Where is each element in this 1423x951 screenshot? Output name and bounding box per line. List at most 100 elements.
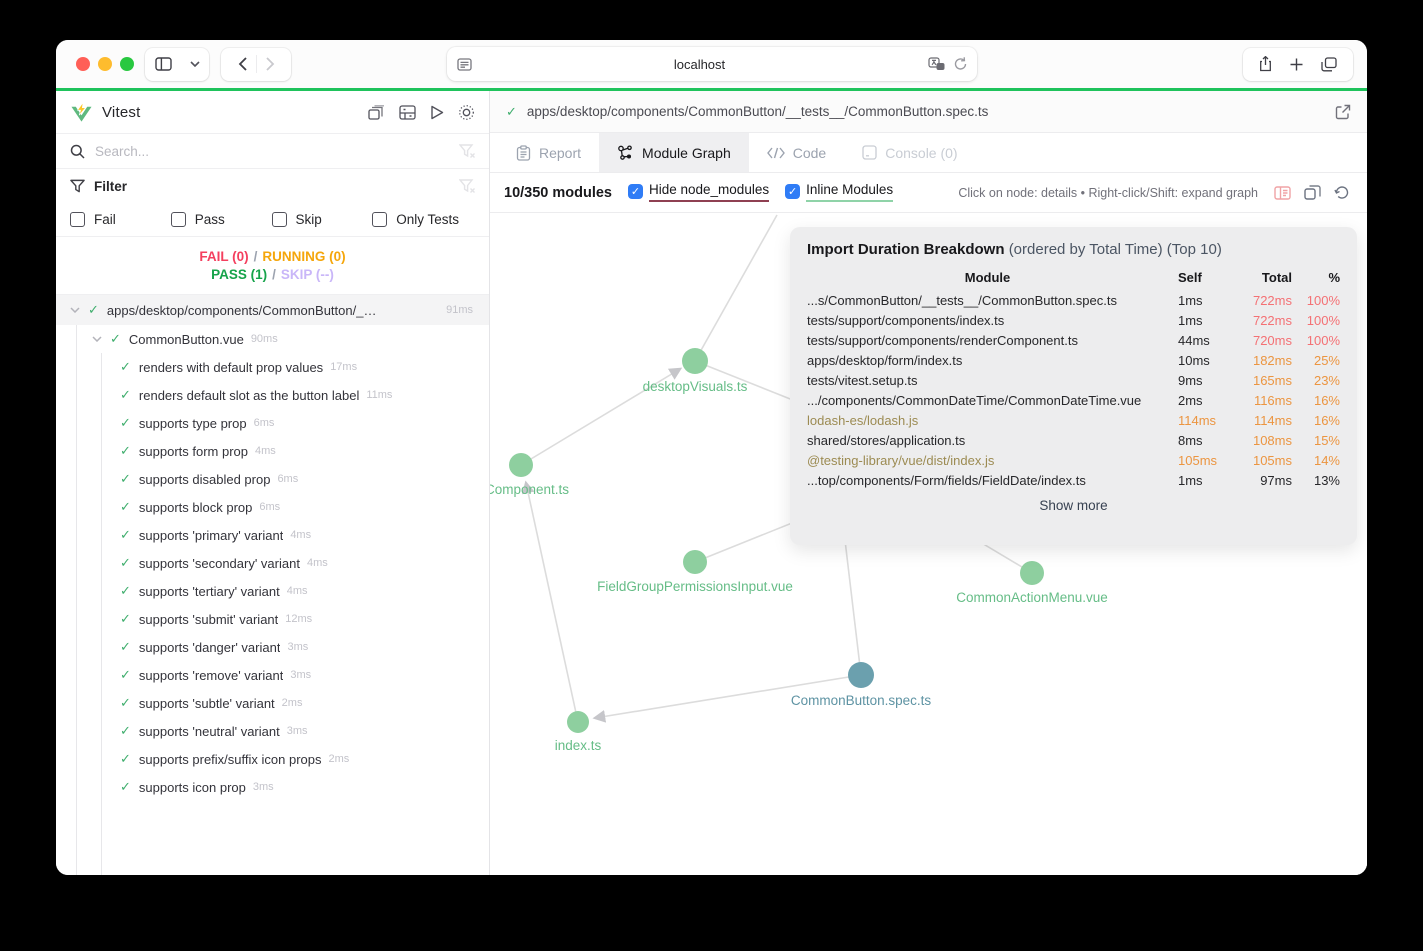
stacked-windows-icon[interactable]: [368, 104, 385, 120]
checkbox-icon[interactable]: [70, 212, 85, 227]
graph-node-label: CommonButton.spec.ts: [791, 693, 932, 708]
test-row[interactable]: ✓ renders with default prop values 17ms: [56, 353, 489, 381]
modules-count: 10/350 modules: [504, 184, 612, 201]
stat-skip-: SKIP (--): [280, 267, 334, 282]
checkbox-icon[interactable]: [170, 212, 186, 227]
search-input[interactable]: Search...: [95, 144, 459, 159]
module-graph: desktopVisuals.ts erComponent.ts FieldGrou…: [490, 213, 1367, 875]
tab-console-0[interactable]: Console (0): [844, 133, 975, 172]
test-row[interactable]: ✓ supports 'neutral' variant 3ms: [56, 717, 489, 745]
graph-node-desktopvisuals-ts[interactable]: [682, 348, 708, 374]
test-row[interactable]: ✓ supports type prop 6ms: [56, 409, 489, 437]
filter-option-only-tests[interactable]: Only Tests: [372, 212, 473, 227]
test-row[interactable]: ✓ supports icon prop 3ms: [56, 773, 489, 801]
breakdown-row[interactable]: tests/vitest.setup.ts 9ms 165ms 23%: [807, 370, 1340, 390]
tab-overview-icon[interactable]: [1312, 48, 1346, 81]
graph-node-fieldgrouppermissionsinput-vue[interactable]: [683, 550, 707, 574]
sidebar-toggle-icon[interactable]: [146, 48, 181, 81]
close-button[interactable]: [76, 57, 90, 71]
reload-icon[interactable]: [954, 57, 967, 71]
open-external-icon[interactable]: [1335, 104, 1351, 120]
filter-option-fail[interactable]: Fail: [70, 212, 171, 227]
toggle-inline-modules[interactable]: ✓ Inline Modules: [785, 182, 894, 204]
test-tree: ✓ apps/desktop/components/CommonButton/_……: [56, 295, 489, 875]
col-pct: %: [1328, 270, 1340, 285]
chevron-down-icon[interactable]: [181, 48, 209, 81]
checked-checkbox-icon[interactable]: ✓: [628, 184, 643, 199]
test-row[interactable]: ✓ supports block prop 6ms: [56, 493, 489, 521]
breakdown-row[interactable]: tests/support/components/index.ts 1ms 722m…: [807, 310, 1340, 330]
breakdown-row[interactable]: .../components/CommonDateTime/CommonDate…: [807, 390, 1340, 410]
chevron-down-icon: [92, 336, 102, 342]
test-row[interactable]: ✓ supports prefix/suffix icon props 2ms: [56, 745, 489, 773]
graph-node-commonactionmenu-vue[interactable]: [1020, 561, 1044, 585]
graph-node-ercomponent-ts[interactable]: [509, 453, 533, 477]
graph-edge: [694, 518, 803, 563]
test-row[interactable]: ✓ supports 'submit' variant 12ms: [56, 605, 489, 633]
run-all-icon[interactable]: [430, 105, 444, 120]
graph-controls: 10/350 modules ✓ Hide node_modules ✓ Inline…: [490, 173, 1367, 213]
pass-check-icon: ✓: [120, 611, 131, 626]
run-stats: FAIL (0) / RUNNING (0) PASS (1) / SKIP (--): [56, 237, 489, 295]
reset-graph-icon[interactable]: [1334, 185, 1349, 200]
graph-node-index-ts[interactable]: [567, 711, 589, 733]
test-row[interactable]: ✓ supports 'danger' variant 3ms: [56, 633, 489, 661]
breakdown-row[interactable]: apps/desktop/form/index.ts 10ms 182ms 25%: [807, 350, 1340, 370]
checked-checkbox-icon[interactable]: ✓: [785, 184, 801, 199]
forward-icon[interactable]: [257, 48, 284, 81]
back-icon[interactable]: [229, 48, 256, 81]
tabs-bar: Report Module Graph Code Console (0): [490, 133, 1367, 173]
main-panel: ✓ apps/desktop/components/CommonButton/_…: [490, 91, 1367, 875]
pass-check-icon: ✓: [120, 359, 131, 374]
share-icon[interactable]: [1250, 48, 1281, 81]
vitest-logo-icon: [71, 101, 92, 122]
zoom-button[interactable]: [120, 57, 134, 71]
test-row[interactable]: ✓ supports 'primary' variant 4ms: [56, 521, 489, 549]
show-more-button[interactable]: Show more: [807, 498, 1340, 513]
breakdown-row[interactable]: @testing-library/vue/dist/index.js 105ms 1…: [807, 450, 1340, 470]
filter-option-skip[interactable]: Skip: [271, 212, 373, 227]
graph-node-commonbutton-spec-ts[interactable]: [848, 662, 874, 688]
tab-code[interactable]: Code: [749, 133, 844, 172]
graph-node-label: index.ts: [555, 738, 602, 753]
pass-check-icon: ✓: [120, 695, 131, 710]
browser-window: localhost x Vitest Search... Filter Fail…: [56, 40, 1367, 875]
test-row[interactable]: ✓ supports form prop 4ms: [56, 437, 489, 465]
node-legend-icon[interactable]: [1274, 185, 1291, 200]
toggle-hide-node-modules[interactable]: ✓ Hide node_modules: [628, 182, 770, 204]
expand-graph-icon[interactable]: [1304, 185, 1321, 200]
filter-option-pass[interactable]: Pass: [170, 212, 272, 227]
test-row[interactable]: ✓ supports disabled prop 6ms: [56, 465, 489, 493]
theme-toggle-icon[interactable]: [458, 104, 475, 121]
test-row[interactable]: ✓ supports 'remove' variant 3ms: [56, 661, 489, 689]
minimize-button[interactable]: [98, 57, 112, 71]
test-row[interactable]: ✓ supports 'subtle' variant 2ms: [56, 689, 489, 717]
address-url[interactable]: localhost: [472, 57, 928, 72]
tab-module-graph[interactable]: Module Graph: [599, 133, 749, 172]
breakdown-row[interactable]: ...s/CommonButton/__tests__/CommonButton…: [807, 290, 1340, 310]
pass-check-icon: ✓: [120, 667, 131, 682]
test-row[interactable]: ✓ supports 'secondary' variant 4ms: [56, 549, 489, 577]
checkbox-icon[interactable]: [372, 212, 388, 227]
clear-filter-icon[interactable]: [459, 179, 475, 193]
dashboard-icon[interactable]: [399, 104, 416, 120]
search-bar[interactable]: Search...: [56, 133, 489, 169]
tab-report[interactable]: Report: [498, 133, 599, 172]
clear-search-filter-icon[interactable]: [459, 144, 475, 158]
new-tab-icon[interactable]: [1281, 48, 1312, 81]
test-row[interactable]: ✓ supports 'tertiary' variant 4ms: [56, 577, 489, 605]
breakdown-row[interactable]: tests/support/components/renderComponent…: [807, 330, 1340, 350]
breakdown-row[interactable]: ...top/components/Form/fields/FieldDate/…: [807, 470, 1340, 490]
stats-line-1: FAIL (0) / RUNNING (0): [199, 249, 345, 264]
checkbox-icon[interactable]: [271, 212, 287, 227]
translate-icon[interactable]: x: [927, 57, 945, 71]
breakdown-row[interactable]: lodash-es/lodash.js 114ms 114ms 16%: [807, 410, 1340, 430]
reader-icon[interactable]: [456, 57, 472, 71]
col-module: Module: [964, 270, 1011, 285]
address-bar[interactable]: localhost x: [446, 47, 977, 81]
stats-line-2: PASS (1) / SKIP (--): [211, 267, 334, 282]
test-file-row[interactable]: ✓ apps/desktop/components/CommonButton/_……: [56, 295, 489, 325]
breakdown-row[interactable]: shared/stores/application.ts 8ms 108ms 15%: [807, 430, 1340, 450]
test-row[interactable]: ✓ renders default slot as the button labe…: [56, 381, 489, 409]
test-suite-row[interactable]: ✓ CommonButton.vue 90ms: [56, 325, 489, 353]
